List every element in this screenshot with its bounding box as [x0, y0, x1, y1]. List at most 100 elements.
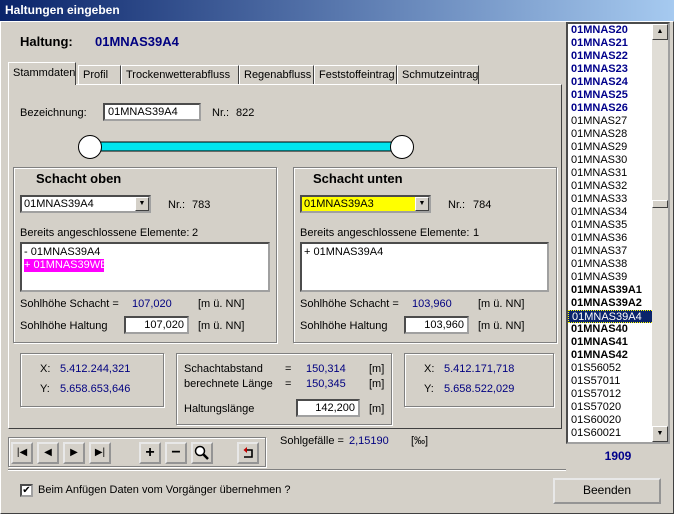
unit-label: [m ü. NN] [198, 298, 245, 310]
manhole-end-circle[interactable] [390, 135, 414, 159]
schachtabstand-value: 150,314 [306, 363, 346, 375]
tab-profil[interactable]: Profil [78, 65, 121, 84]
nr-label: Nr.: [212, 107, 230, 119]
equals-sign: = [285, 363, 292, 375]
tab-feststoffeintrag[interactable]: Feststoffeintrag [314, 65, 397, 84]
schacht-unten-title: Schacht unten [313, 171, 403, 186]
schacht-oben-sohlhoehe-haltung-input[interactable]: 107,020 [124, 316, 189, 334]
unit-label: [m ü. NN] [478, 320, 525, 332]
manhole-start-circle[interactable] [78, 135, 102, 159]
input-value: 103,960 [424, 319, 464, 331]
tab-label: Trockenwetterabfluss [126, 69, 231, 81]
schacht-oben-y-value: 5.658.653,646 [60, 383, 131, 395]
scrollbar[interactable]: ▲ ▼ [652, 24, 668, 442]
input-value: 142,200 [315, 402, 355, 414]
chevron-down-icon: ▼ [656, 430, 664, 437]
schacht-unten-y-value: 5.658.522,029 [444, 383, 515, 395]
sohlgefaelle-unit: [‰] [411, 435, 429, 447]
schacht-oben-nr-label: Nr.: [168, 199, 186, 211]
skip-last-icon: ▶| [94, 447, 106, 458]
first-record-button[interactable]: |◀ [11, 442, 33, 464]
schacht-unten-combo-value: 01MNAS39A3 [304, 198, 374, 210]
search-button[interactable] [191, 442, 213, 464]
schacht-unten-combo[interactable]: 01MNAS39A3 ▼ [300, 195, 431, 213]
haltungslaenge-input[interactable]: 142,200 [296, 399, 360, 417]
undo-arrow-icon [243, 447, 253, 458]
schacht-unten-nr-value: 784 [473, 199, 492, 211]
list-item[interactable]: + 01MNAS39WE [24, 259, 104, 272]
chevron-up-icon: ▲ [656, 28, 664, 35]
schacht-oben-connected-list[interactable]: - 01MNAS39A4 + 01MNAS39WE [20, 242, 270, 292]
haltung-label: Haltung: [20, 34, 73, 49]
scroll-thumb[interactable] [652, 200, 668, 208]
sohlgefaelle-value: 2,15190 [349, 435, 389, 447]
uebernehmen-checkbox[interactable]: ✔ [20, 484, 33, 497]
list-item-label: + 01MNAS39WE [24, 259, 104, 271]
checkmark-icon: ✔ [22, 485, 31, 496]
schacht-oben-connected-count: 2 [192, 227, 199, 239]
haltung-nr-value: 822 [236, 107, 255, 119]
coordinates-unten-group [404, 353, 554, 407]
x-label: X: [40, 363, 51, 375]
tab-label: Regenabfluss [244, 69, 312, 81]
schacht-unten-connected-list[interactable]: + 01MNAS39A4 [300, 242, 549, 292]
scroll-up-button[interactable]: ▲ [652, 24, 668, 40]
tab-label: Schmutzeintrag [402, 69, 479, 81]
previous-record-button[interactable]: ◀ [37, 442, 59, 464]
unit-label: [m] [369, 378, 385, 390]
tab-trockenwetterabfluss[interactable]: Trockenwetterabfluss [121, 65, 239, 84]
bezeichnung-input[interactable]: 01MNAS39A4 [103, 103, 201, 121]
plus-icon: + [145, 444, 155, 461]
haltungen-list[interactable]: 01MNAS20 01MNAS21 01MNAS22 01MNAS23 01MNAS24… [566, 22, 670, 444]
scroll-down-button[interactable]: ▼ [652, 426, 668, 442]
sohlgefaelle-label: Sohlgefälle = [280, 435, 344, 447]
tab-schmutzeintrag[interactable]: Schmutzeintrag [397, 65, 479, 84]
tab-label: Feststoffeintrag [319, 69, 395, 81]
last-record-button[interactable]: ▶| [89, 442, 111, 464]
bezeichnung-label: Bezeichnung: [20, 107, 87, 119]
schacht-oben-combo[interactable]: 01MNAS39A4 ▼ [20, 195, 151, 213]
list-count: 1909 [604, 449, 632, 463]
haltungslaenge-label: Haltungslänge [184, 403, 255, 415]
schacht-unten-sohlhoehe-haltung-input[interactable]: 103,960 [404, 316, 469, 334]
haltung-value: 01MNAS39A4 [95, 34, 179, 49]
button-label: Beenden [582, 483, 632, 497]
tab-label: Stammdaten [13, 67, 76, 79]
x-label: X: [424, 363, 435, 375]
refresh-button[interactable] [237, 442, 259, 464]
schacht-unten-nr-label: Nr.: [448, 199, 466, 211]
input-value: 107,020 [144, 319, 184, 331]
divider [8, 469, 566, 471]
schacht-unten-connected-count: 1 [473, 227, 480, 239]
tab-stammdaten[interactable]: Stammdaten [8, 62, 76, 85]
list-item[interactable]: - 01MNAS39A4 [22, 244, 268, 259]
delete-record-button[interactable]: − [165, 442, 187, 464]
unit-label: [m ü. NN] [198, 320, 245, 332]
skip-first-icon: |◀ [16, 447, 28, 458]
list-item[interactable]: + 01MNAS39A4 [302, 244, 547, 259]
add-record-button[interactable]: + [139, 442, 161, 464]
chevron-left-icon: ◀ [44, 447, 52, 458]
unit-label: [m ü. NN] [478, 298, 525, 310]
y-label: Y: [424, 383, 434, 395]
schacht-oben-sohlhoehe-schacht-label: Sohlhöhe Schacht = [20, 298, 119, 310]
schacht-unten-x-value: 5.412.171,718 [444, 363, 515, 375]
bezeichnung-input-value: 01MNAS39A4 [108, 106, 178, 118]
chevron-down-icon[interactable]: ▼ [415, 197, 429, 211]
schacht-unten-sohlhoehe-schacht-value: 103,960 [412, 298, 452, 310]
schacht-oben-nr-value: 783 [192, 199, 211, 211]
schacht-oben-connected-label: Bereits angeschlossene Elemente: [20, 227, 190, 239]
schachtabstand-label: Schachtabstand [184, 363, 263, 375]
beenden-button[interactable]: Beenden [553, 478, 661, 504]
unit-label: [m] [369, 363, 385, 375]
uebernehmen-checkbox-label: Beim Anfügen Daten vom Vorgänger überneh… [38, 484, 291, 496]
magnifier-icon [194, 445, 209, 460]
berechnete-laenge-label: berechnete Länge [184, 378, 273, 390]
chevron-down-icon[interactable]: ▼ [135, 197, 149, 211]
pipe-graphic [78, 135, 414, 159]
list-item-label: + 01MNAS39A4 [304, 246, 384, 258]
chevron-right-icon: ▶ [70, 447, 78, 458]
coordinates-oben-group [20, 353, 164, 407]
tab-regenabfluss[interactable]: Regenabfluss [239, 65, 314, 84]
next-record-button[interactable]: ▶ [63, 442, 85, 464]
